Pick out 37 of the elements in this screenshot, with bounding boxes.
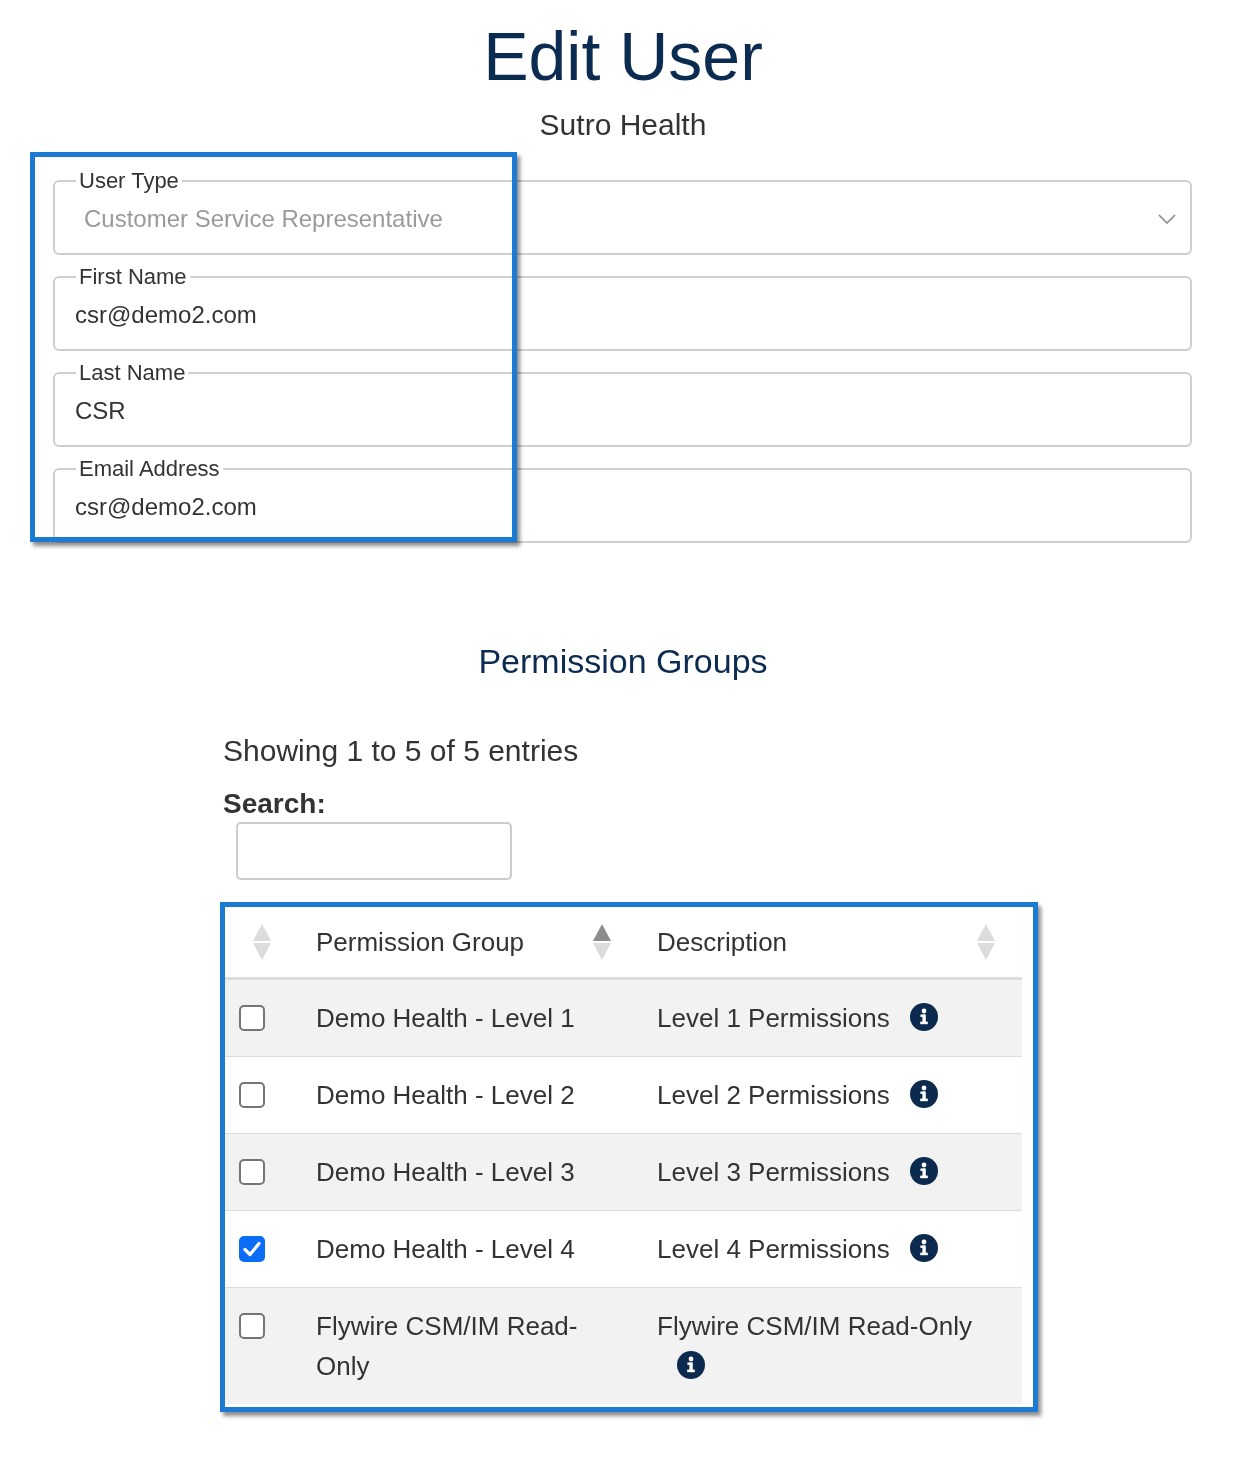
group-description: Level 2 Permissions (657, 1080, 890, 1110)
group-name: Demo Health - Level 3 (316, 1157, 575, 1187)
group-name: Demo Health - Level 4 (316, 1234, 575, 1264)
text-input[interactable]: CSR (75, 395, 1170, 427)
entries-summary: Showing 1 to 5 of 5 entries (223, 733, 580, 769)
group-description: Flywire CSM/IM Read-Only (657, 1311, 972, 1341)
column-header[interactable]: Description (640, 907, 1022, 977)
field-label: Email Address (78, 455, 221, 483)
field-label: User Type (78, 167, 180, 195)
page-title: Edit User (482, 18, 764, 94)
checkbox[interactable] (239, 1005, 265, 1031)
section-title: Permission Groups (477, 641, 769, 682)
info-icon[interactable] (909, 1080, 938, 1108)
field-label: First Name (78, 263, 188, 291)
checkbox[interactable] (239, 1082, 265, 1108)
group-description: Level 1 Permissions (657, 1003, 890, 1033)
search-field[interactable] (236, 822, 512, 880)
text-input[interactable]: csr@demo2.com (75, 491, 1170, 523)
organization-name: Sutro Health (538, 107, 708, 143)
column-header[interactable]: Permission Group (300, 907, 640, 977)
group-name: Demo Health - Level 2 (316, 1080, 575, 1110)
group-description: Level 3 Permissions (657, 1157, 890, 1187)
info-icon[interactable] (909, 1234, 938, 1262)
info-icon[interactable] (909, 1003, 938, 1031)
chevron-down-icon[interactable] (1158, 214, 1176, 224)
checkbox[interactable] (239, 1159, 265, 1185)
info-icon[interactable] (677, 1351, 705, 1379)
sort-icon[interactable] (593, 924, 611, 960)
search-label: Search: (223, 787, 327, 821)
checkbox[interactable] (239, 1313, 265, 1339)
checkbox[interactable] (239, 1236, 265, 1262)
text-input[interactable]: csr@demo2.com (75, 299, 1170, 331)
group-description: Level 4 Permissions (657, 1234, 890, 1264)
field-label: Last Name (78, 359, 187, 387)
group-name: Flywire CSM/IM Read-Only (316, 1311, 578, 1381)
info-icon[interactable] (909, 1157, 938, 1185)
group-name: Demo Health - Level 1 (316, 1003, 575, 1033)
